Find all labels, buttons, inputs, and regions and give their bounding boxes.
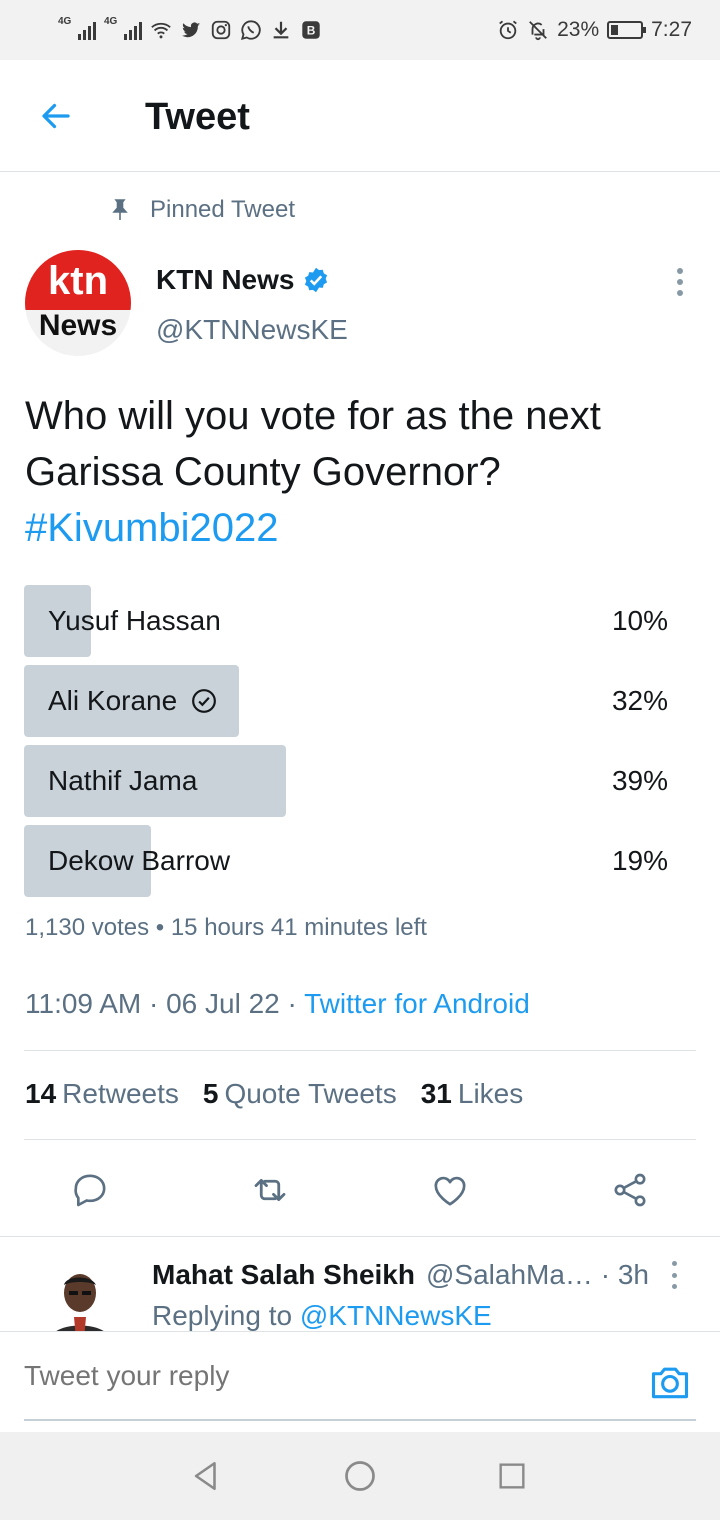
poll-option: Ali Korane 32% [24, 665, 696, 737]
poll-meta: 1,130 votes • 15 hours 41 minutes left [25, 914, 427, 941]
poll-option: Yusuf Hassan 10% [24, 585, 696, 657]
poll-option-label: Ali Korane [48, 665, 217, 737]
poll-option-percent: 19% [611, 845, 668, 876]
system-nav-bar [0, 1432, 720, 1520]
status-right: 23% 7:27 [497, 14, 692, 46]
dot-icon [672, 1261, 677, 1266]
reply-more-options-button[interactable] [672, 1261, 684, 1289]
tweet-source-link[interactable]: Twitter for Android [304, 988, 530, 1019]
replying-to: Replying to @KTNNewsKE [152, 1300, 492, 1331]
share-button[interactable] [602, 1162, 658, 1218]
dot-icon [672, 1284, 677, 1289]
author-avatar[interactable]: ktn News [25, 250, 131, 356]
poll-option-percent: 39% [611, 765, 668, 796]
reply-tweet[interactable]: Mahat Salah Sheikh @SalahMa… · 3h Replyi… [0, 1237, 720, 1331]
reply-icon [74, 1174, 106, 1207]
reply-avatar[interactable] [28, 1259, 132, 1331]
camera-icon[interactable] [648, 1360, 692, 1404]
poll-option: Dekow Barrow 19% [24, 825, 696, 897]
app-icon: B [302, 21, 320, 39]
clock: 7:27 [651, 18, 692, 41]
reply-button[interactable] [62, 1162, 118, 1218]
svg-text:B: B [307, 24, 316, 38]
tweet-stats: 14 Retweets 5 Quote Tweets 31 Likes [25, 1078, 523, 1110]
poll-option-label: Dekow Barrow [48, 845, 231, 876]
author-handle[interactable]: @KTNNewsKE [156, 314, 348, 346]
voted-check-icon [192, 689, 217, 713]
reply-input[interactable] [24, 1360, 584, 1392]
avatar-logo-top: ktn [25, 250, 131, 310]
page-title: Tweet [145, 96, 250, 138]
status-bar: 4G 4G B 23% 7:27 [0, 0, 720, 60]
hashtag-link[interactable]: #Kivumbi2022 [25, 500, 695, 556]
network-type-2: 4G [104, 16, 118, 27]
tweet-time: 11:09 AM · 06 Jul 22 · [25, 988, 305, 1019]
signal-icon-2: 4G [104, 16, 142, 40]
poll-option-label: Nathif Jama [48, 765, 198, 796]
dot-icon [677, 268, 683, 274]
tweet-body: Who will you vote for as the next Gariss… [25, 394, 601, 494]
more-options-button[interactable] [670, 264, 690, 300]
poll-option-percent: 32% [611, 685, 668, 716]
tweet-actions [0, 1162, 720, 1218]
author-name-text: KTN News [156, 264, 295, 295]
dot-icon [672, 1272, 677, 1278]
verified-badge-icon [305, 267, 328, 293]
pinned-indicator: Pinned Tweet [108, 196, 295, 224]
retweets-stat[interactable]: 14 Retweets [25, 1078, 179, 1110]
whatsapp-icon [240, 20, 261, 41]
divider [24, 1050, 696, 1051]
nav-home-icon [345, 1461, 375, 1491]
nav-recents-button[interactable] [490, 1454, 534, 1498]
replying-to-link[interactable]: @KTNNewsKE [300, 1300, 492, 1331]
twitter-icon [181, 22, 201, 38]
battery-percent: 23% [557, 18, 600, 41]
back-arrow-icon [42, 103, 70, 129]
status-left: 4G 4G B [58, 14, 322, 46]
poll-option-label: Yusuf Hassan [48, 605, 221, 636]
divider [24, 1139, 696, 1140]
dot-icon [677, 290, 683, 296]
mute-icon [529, 21, 547, 41]
avatar-logo-bottom: News [38, 309, 118, 342]
alarm-icon [499, 20, 517, 40]
person-avatar-icon [28, 1259, 132, 1331]
poll: Yusuf Hassan 10% Ali Korane 32% Nathif J… [24, 585, 696, 905]
app-header: Tweet [0, 60, 720, 172]
signal-icon: 4G [58, 16, 96, 40]
like-button[interactable] [422, 1162, 478, 1218]
tweet-timestamp: 11:09 AM · 06 Jul 22 · Twitter for Andro… [25, 988, 530, 1020]
retweet-button[interactable] [242, 1162, 298, 1218]
input-underline [24, 1419, 696, 1421]
nav-home-button[interactable] [338, 1454, 382, 1498]
reply-handle-time: @SalahMa… · 3h [426, 1259, 649, 1290]
nav-back-button[interactable] [184, 1454, 228, 1498]
instagram-icon [211, 20, 231, 40]
poll-option-percent: 10% [611, 605, 668, 636]
pin-icon [112, 199, 128, 220]
heart-icon [434, 1176, 466, 1206]
quote-tweets-stat[interactable]: 5 Quote Tweets [203, 1078, 397, 1110]
nav-back-icon [194, 1461, 216, 1491]
reply-composer [0, 1331, 720, 1431]
dot-icon [677, 279, 683, 285]
replying-to-prefix: Replying to [152, 1300, 300, 1331]
nav-recents-icon [499, 1463, 525, 1489]
retweet-icon [254, 1178, 286, 1202]
likes-stat[interactable]: 31 Likes [421, 1078, 524, 1110]
battery-icon [607, 21, 647, 39]
share-icon [614, 1173, 646, 1207]
tweet-text: Who will you vote for as the next Gariss… [25, 388, 695, 556]
author-name[interactable]: KTN News [156, 264, 330, 296]
back-button[interactable] [30, 94, 82, 138]
network-type-1: 4G [58, 16, 72, 27]
wifi-icon [151, 22, 171, 39]
reply-author-name[interactable]: Mahat Salah Sheikh [152, 1259, 415, 1291]
poll-option: Nathif Jama 39% [24, 745, 696, 817]
download-icon [273, 21, 289, 39]
pinned-label: Pinned Tweet [150, 196, 295, 223]
